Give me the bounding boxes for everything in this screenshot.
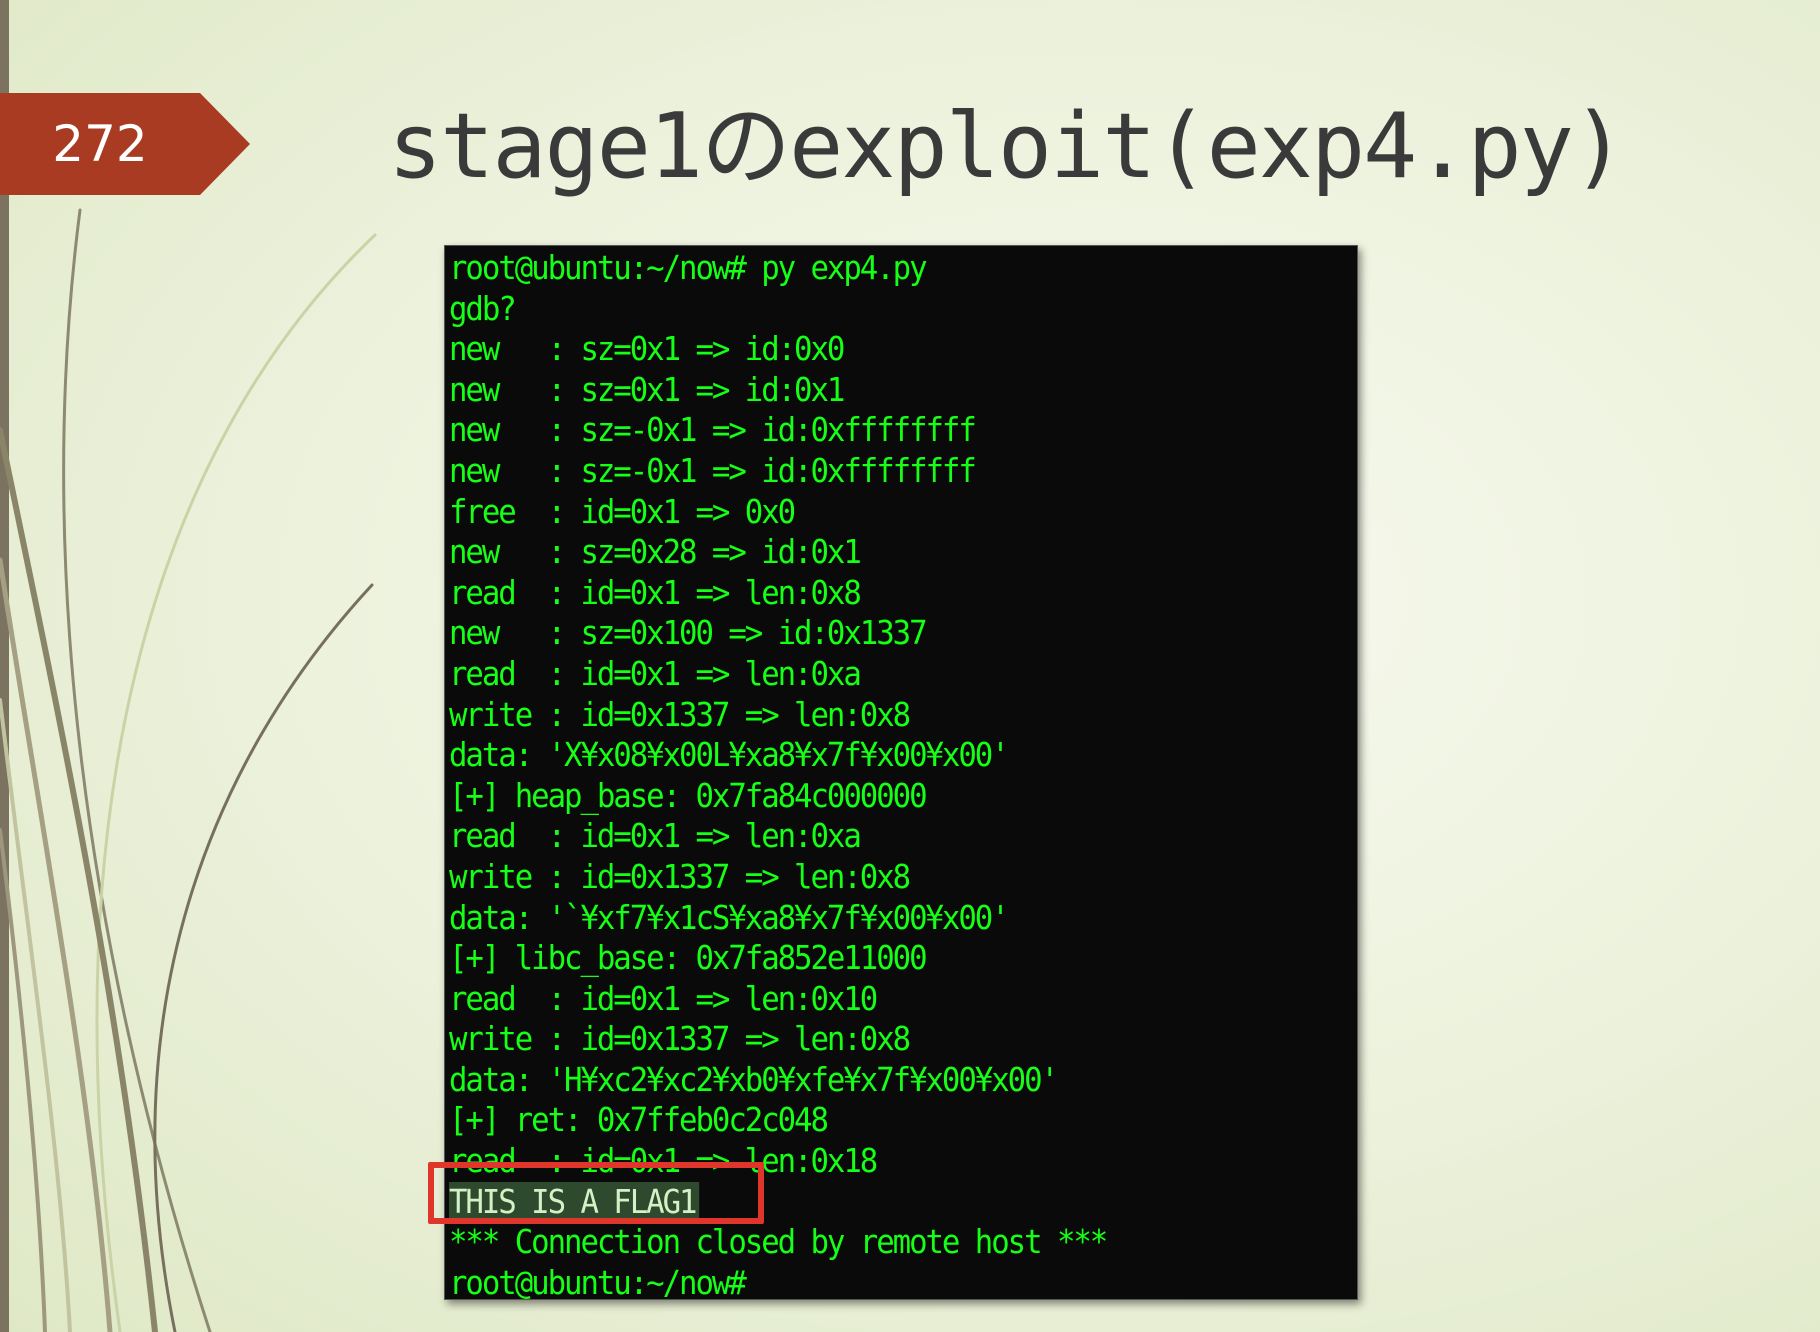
connection-closed-line: *** Connection closed by remote host *** — [449, 1222, 1108, 1262]
terminal-line: free : id=0x1 => 0x0 — [449, 491, 796, 531]
terminal-output: root@ubuntu:~/now# py exp4.py gdb? new :… — [449, 248, 1156, 1300]
slide-title: stage1のexploit(exp4.py) — [388, 94, 1626, 199]
terminal-line: data: 'X¥x08¥x00L¥xa8¥x7f¥x00¥x00' — [449, 735, 1010, 775]
terminal-line: data: '`¥xf7¥x1cS¥xa8¥x7f¥x00¥x00' — [449, 897, 1010, 937]
terminal-line: write : id=0x1337 => len:0x8 — [449, 694, 911, 734]
left-accent-bar — [0, 0, 9, 1332]
terminal-line: data: 'H¥xc2¥xc2¥xb0¥xfe¥x7f¥x00¥x00' — [449, 1059, 1059, 1099]
terminal-line: read : id=0x1 => len:0x10 — [449, 978, 878, 1018]
terminal-line: [+] ret: 0x7ffeb0c2c048 — [449, 1100, 829, 1140]
terminal-line: [+] heap_base: 0x7fa84c000000 — [449, 775, 928, 815]
final-prompt-line: root@ubuntu:~/now# — [449, 1262, 747, 1300]
terminal-line: new : sz=0x100 => id:0x1337 — [449, 613, 928, 653]
slide-number: 272 — [52, 115, 148, 173]
terminal-line: write : id=0x1337 => len:0x8 — [449, 856, 911, 896]
terminal-line: write : id=0x1337 => len:0x8 — [449, 1019, 911, 1059]
slide-number-tag: 272 — [0, 93, 250, 195]
terminal-line: new : sz=-0x1 => id:0xffffffff — [449, 410, 977, 450]
flag-highlight-box — [428, 1162, 764, 1224]
terminal-line: new : sz=0x28 => id:0x1 — [449, 532, 862, 572]
terminal-screenshot: root@ubuntu:~/now# py exp4.py gdb? new :… — [444, 245, 1358, 1300]
terminal-line: read : id=0x1 => len:0xa — [449, 653, 862, 693]
terminal-line: read : id=0x1 => len:0x8 — [449, 572, 862, 612]
terminal-line: new : sz=0x1 => id:0x0 — [449, 329, 845, 369]
terminal-line: gdb? — [449, 288, 517, 328]
terminal-line: root@ubuntu:~/now# py exp4.py — [449, 248, 928, 287]
terminal-line: read : id=0x1 => len:0xa — [449, 816, 862, 856]
terminal-line: [+] libc_base: 0x7fa852e11000 — [449, 938, 928, 978]
terminal-line: new : sz=0x1 => id:0x1 — [449, 369, 845, 409]
terminal-line: new : sz=-0x1 => id:0xffffffff — [449, 450, 977, 490]
